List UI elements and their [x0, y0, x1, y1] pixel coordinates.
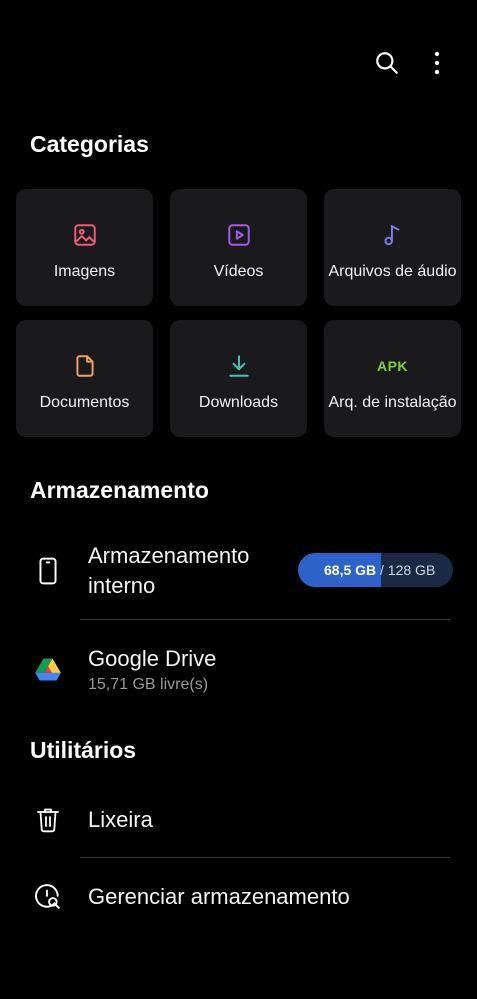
trash-label: Lixeira: [88, 807, 153, 832]
download-icon: [228, 355, 249, 377]
storage-used: 68,5 GB: [324, 562, 377, 578]
trash-icon: [37, 808, 59, 833]
category-label: Arq. de instalação: [328, 394, 457, 411]
category-images[interactable]: Imagens: [16, 189, 153, 306]
categories-title: Categorias: [30, 131, 149, 157]
category-installation-files[interactable]: APK Arq. de instalação: [324, 320, 461, 437]
category-downloads[interactable]: Downloads: [170, 320, 307, 437]
category-label: Imagens: [53, 263, 116, 280]
storage-total: / 128 GB: [380, 562, 436, 578]
search-button[interactable]: [373, 44, 401, 82]
google-drive-free-space: 15,71 GB livre(s): [88, 676, 209, 693]
category-label: Downloads: [198, 394, 279, 411]
internal-storage-label: Armazenamento interno: [88, 543, 250, 598]
more-options-button[interactable]: [423, 44, 451, 82]
image-icon: [73, 224, 96, 246]
video-icon: [227, 224, 250, 246]
category-label: Documentos: [39, 394, 130, 411]
phone-icon: [39, 557, 57, 585]
google-drive-icon: [35, 658, 61, 681]
divider: [80, 619, 450, 620]
google-drive-row[interactable]: Google Drive 15,71 GB livre(s): [0, 638, 477, 700]
more-vert-icon: [434, 51, 440, 75]
category-videos[interactable]: Vídeos: [170, 189, 307, 306]
google-drive-label: Google Drive: [88, 646, 217, 671]
utilities-title: Utilitários: [30, 737, 137, 763]
music-note-icon: [383, 224, 399, 246]
document-icon: [75, 355, 94, 377]
divider: [80, 857, 450, 858]
storage-title: Armazenamento: [30, 477, 209, 503]
top-app-bar: [373, 44, 451, 82]
storage-usage-bar: 68,5 GB / 128 GB: [298, 553, 453, 587]
trash-row[interactable]: Lixeira: [0, 795, 477, 845]
apk-icon: APK: [376, 358, 409, 374]
categories-grid: Imagens Vídeos Arquivos de áudio Documen…: [16, 189, 461, 437]
storage-analysis-icon: [35, 884, 60, 909]
manage-storage-label: Gerenciar armazenamento: [88, 884, 350, 909]
category-label: Vídeos: [213, 263, 264, 280]
search-icon: [376, 52, 398, 74]
category-audio[interactable]: Arquivos de áudio: [324, 189, 461, 306]
category-documents[interactable]: Documentos: [16, 320, 153, 437]
manage-storage-row[interactable]: Gerenciar armazenamento: [0, 872, 477, 922]
category-label: Arquivos de áudio: [328, 263, 457, 280]
